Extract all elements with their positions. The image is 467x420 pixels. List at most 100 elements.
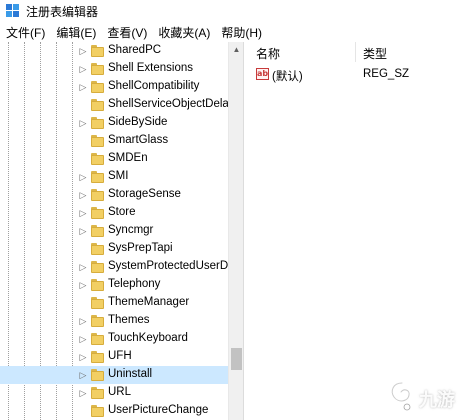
column-divider[interactable] [355, 42, 356, 62]
value-row-default[interactable]: ab (默认) REG_SZ [246, 66, 467, 84]
tree-item[interactable]: ▷ SMI [0, 168, 228, 186]
window-title: 注册表编辑器 [26, 4, 99, 19]
tree-item[interactable]: ▷ Store [0, 204, 228, 222]
expand-arrow-icon[interactable]: ▷ [78, 225, 88, 237]
folder-icon [91, 153, 104, 165]
folder-icon [91, 261, 104, 273]
scrollbar-thumb[interactable] [231, 348, 242, 370]
folder-icon [91, 81, 104, 93]
tree-item-label: ThemeManager [108, 296, 190, 308]
folder-icon [91, 207, 104, 219]
title-bar: 注册表编辑器 [0, 0, 467, 22]
expand-arrow-icon[interactable]: ▷ [78, 333, 88, 345]
tree-item[interactable]: SysPrepTapi [0, 240, 228, 258]
menu-favorites[interactable]: 收藏夹(A) [152, 24, 215, 41]
tree-scrollbar[interactable]: ▲ [228, 42, 243, 420]
tree-item[interactable]: SmartGlass [0, 132, 228, 150]
folder-icon [91, 225, 104, 237]
expand-arrow-icon[interactable]: ▷ [78, 261, 88, 273]
expand-arrow-icon[interactable]: ▷ [78, 171, 88, 183]
tree-item[interactable]: ▷ Themes [0, 312, 228, 330]
tree-item[interactable]: ▷ URL [0, 384, 228, 402]
folder-icon [91, 243, 104, 255]
tree-item-label: SystemProtectedUserD [108, 260, 229, 272]
expand-arrow-icon[interactable]: ▷ [78, 351, 88, 363]
menu-bar: 文件(F) 编辑(E) 查看(V) 收藏夹(A) 帮助(H) [0, 22, 467, 42]
tree-item[interactable]: ▷ Syncmgr [0, 222, 228, 240]
tree-item-label: ShellCompatibility [108, 80, 200, 92]
string-value-icon: ab [256, 68, 269, 80]
scroll-up-arrow-icon[interactable]: ▲ [229, 42, 243, 57]
tree-item-label: SharedPC [108, 44, 162, 56]
menu-view[interactable]: 查看(V) [101, 24, 152, 41]
expand-arrow-icon[interactable]: ▷ [78, 207, 88, 219]
values-pane[interactable]: 名称 类型 ab (默认) REG_SZ [246, 42, 467, 420]
tree-item-label: UFH [108, 350, 132, 362]
folder-icon [91, 45, 104, 57]
folder-icon [91, 135, 104, 147]
column-header-name[interactable]: 名称 [256, 45, 280, 62]
tree-item-label: SMDEn [108, 152, 148, 164]
menu-help[interactable]: 帮助(H) [215, 24, 267, 41]
folder-icon [91, 351, 104, 363]
expand-arrow-icon[interactable]: ▷ [78, 189, 88, 201]
tree-item[interactable]: ▷ SharedPC [0, 42, 228, 60]
folder-icon [91, 99, 104, 111]
tree-item[interactable]: ▷ TouchKeyboard [0, 330, 228, 348]
expand-arrow-icon[interactable]: ▷ [78, 315, 88, 327]
value-name: (默认) [272, 71, 303, 83]
expand-arrow-icon[interactable]: ▷ [78, 81, 88, 93]
watermark-text: 九游 [419, 390, 455, 411]
tree-item-label: SysPrepTapi [108, 242, 173, 254]
tree-item-label: SmartGlass [108, 134, 169, 146]
tree-item[interactable]: ▷ StorageSense [0, 186, 228, 204]
expand-arrow-icon[interactable]: ▷ [78, 63, 88, 75]
tree-item-label: Syncmgr [108, 224, 154, 236]
tree-item-label: TouchKeyboard [108, 332, 188, 344]
tree-item[interactable]: UserPictureChange [0, 402, 228, 420]
folder-icon [91, 333, 104, 345]
tree-item[interactable]: ▷ SystemProtectedUserD [0, 258, 228, 276]
value-type: REG_SZ [363, 68, 410, 80]
folder-icon [91, 405, 104, 417]
folder-icon [91, 117, 104, 129]
expand-arrow-icon[interactable]: ▷ [78, 369, 88, 381]
tree-item-label: Uninstall [108, 368, 153, 380]
watermark-spiral-icon [390, 381, 412, 411]
tree-item-label: StorageSense [108, 188, 181, 200]
tree-item[interactable]: ▷ Telephony [0, 276, 228, 294]
tree-item-label: UserPictureChange [108, 404, 209, 416]
column-header-type[interactable]: 类型 [363, 45, 387, 62]
folder-icon [91, 387, 104, 399]
expand-arrow-icon[interactable]: ▷ [78, 117, 88, 129]
tree-item[interactable]: ShellServiceObjectDela [0, 96, 229, 114]
folder-icon [91, 297, 104, 309]
tree-item[interactable]: ▷ Shell Extensions [0, 60, 228, 78]
expand-arrow-icon[interactable]: ▷ [78, 387, 88, 399]
menu-file[interactable]: 文件(F) [0, 24, 50, 41]
tree-item[interactable]: ThemeManager [0, 294, 228, 312]
tree-item-label: Store [108, 206, 136, 218]
tree-item[interactable]: ▷ ShellCompatibility [0, 78, 228, 96]
folder-icon [91, 279, 104, 291]
tree-item[interactable]: SMDEn [0, 150, 228, 168]
tree-item-label: Themes [108, 314, 150, 326]
watermark-logo: 九游 [381, 378, 465, 416]
tree-item-label: URL [108, 386, 132, 398]
registry-tree-pane[interactable]: ▷ SharedPC ▷ Shell Extensions ▷ ShellCom… [0, 42, 244, 420]
tree-item[interactable]: ▷ SideBySide [0, 114, 228, 132]
tree-item-label: SMI [108, 170, 129, 182]
tree-item[interactable]: ▷ UFH [0, 348, 228, 366]
menu-edit[interactable]: 编辑(E) [50, 24, 101, 41]
folder-icon [91, 315, 104, 327]
tree-item-selected[interactable]: ▷ Uninstall [0, 366, 228, 384]
tree-item-label: SideBySide [108, 116, 168, 128]
folder-icon [91, 369, 104, 381]
tree-item-label: Shell Extensions [108, 62, 194, 74]
folder-icon [91, 63, 104, 75]
folder-icon [91, 189, 104, 201]
expand-arrow-icon[interactable]: ▷ [78, 279, 88, 291]
expand-arrow-icon[interactable]: ▷ [78, 45, 88, 57]
regedit-app-icon [6, 4, 20, 18]
tree-item-label: ShellServiceObjectDela [108, 98, 229, 110]
